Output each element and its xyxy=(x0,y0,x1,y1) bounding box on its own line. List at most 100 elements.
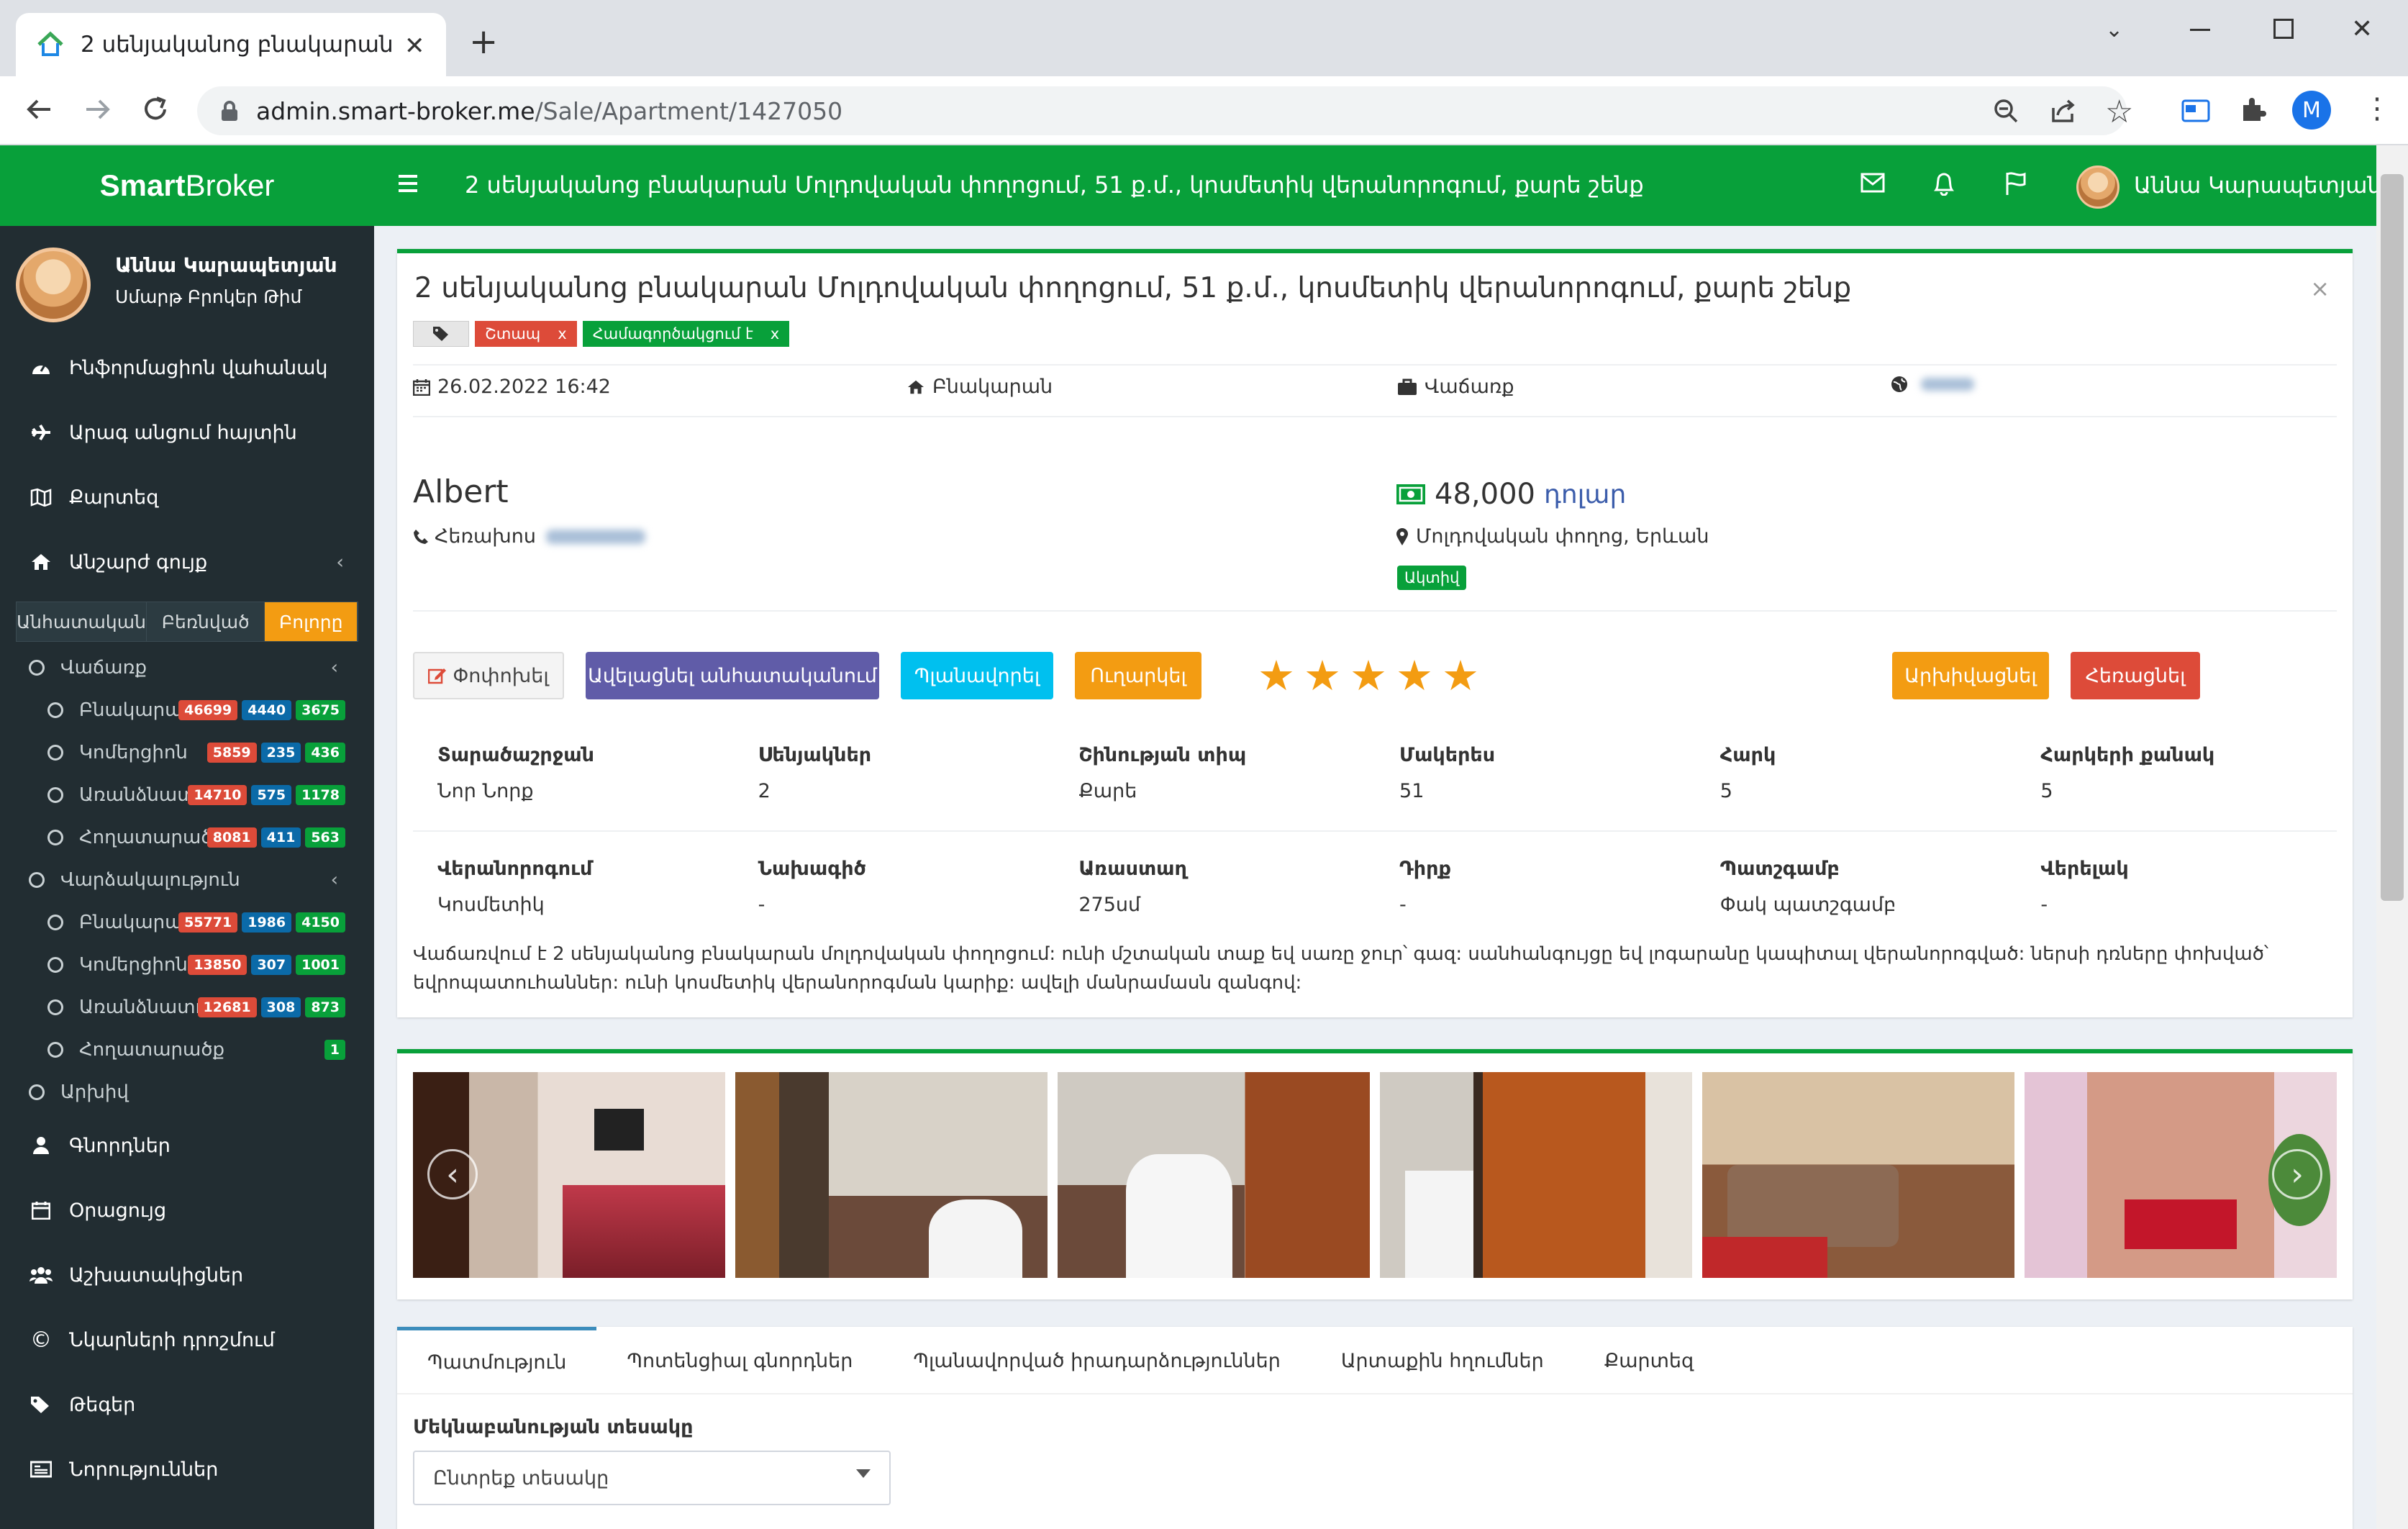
brand-logo[interactable]: Smart Broker xyxy=(0,145,374,226)
profile-avatar[interactable]: M xyxy=(2292,91,2331,130)
tag-remove-icon[interactable]: x xyxy=(771,325,779,342)
extensions-icon[interactable] xyxy=(2239,95,2268,124)
circle-icon xyxy=(29,659,45,676)
tab-search-icon[interactable]: ⌄ xyxy=(2105,17,2123,42)
tab-potential-buyers[interactable]: Պոտենցիալ գնորդներ xyxy=(596,1327,883,1394)
photo-table xyxy=(2124,1199,2237,1249)
bookmark-star-icon[interactable]: ☆ xyxy=(2105,94,2133,130)
sidebar-item-rent-commercial[interactable]: Կոմերցիոն 13850 307 1001 xyxy=(0,943,374,986)
tab-map[interactable]: Քարտեզ xyxy=(1574,1327,1724,1394)
sidebar-item-dashboard[interactable]: Ինֆորմացիոն վահանակ xyxy=(0,335,374,400)
scrollbar-thumb[interactable] xyxy=(2381,174,2404,901)
sidebar-item-label: Գնորդներ xyxy=(69,1134,171,1157)
sidebar-item-sale[interactable]: Վաճառք ‹ xyxy=(0,646,374,689)
sidebar-item-sale-house[interactable]: Առանձնատուն 14710 575 1178 xyxy=(0,773,374,816)
add-to-private-button[interactable]: Ավելացնել անհատականում xyxy=(586,652,879,699)
star-icon[interactable]: ★ xyxy=(1396,655,1433,697)
star-icon[interactable]: ★ xyxy=(1442,655,1479,697)
filter-loaded-button[interactable]: Բեռնված xyxy=(147,602,265,641)
new-tab-button[interactable]: + xyxy=(469,24,498,59)
tab-planned-events[interactable]: Պլանավորված իրադարձություններ xyxy=(883,1327,1310,1394)
minimize-button[interactable] xyxy=(2190,29,2210,31)
count-badge: 8081 xyxy=(206,827,257,848)
chevron-left-icon: ‹ xyxy=(330,656,338,679)
sidebar-item-rent-apartment[interactable]: Բնակարան 55771 1986 4150 xyxy=(0,901,374,943)
star-icon[interactable]: ★ xyxy=(1350,655,1387,697)
redacted-phone xyxy=(545,529,645,544)
tag-urgent[interactable]: Շտապ x xyxy=(475,321,577,347)
browser-tab[interactable]: 2 սենյականոց բնակարան Մոլդովական ✕ xyxy=(16,13,446,76)
sidebar-item-sale-land[interactable]: Հողատարածք 8081 411 563 xyxy=(0,816,374,858)
sidebar-item-sale-commercial[interactable]: Կոմերցիոն 5859 235 436 xyxy=(0,731,374,773)
circle-icon xyxy=(47,914,63,930)
flag-icon[interactable] xyxy=(2004,171,2027,196)
zoom-icon[interactable] xyxy=(1993,98,2019,124)
tag-remove-icon[interactable]: x xyxy=(558,325,566,342)
sidebar-item-watermark[interactable]: © Նկարների դրոշմում xyxy=(0,1307,374,1372)
count-badge: 1986 xyxy=(242,912,292,933)
photo-tv xyxy=(594,1109,645,1151)
gallery-photo[interactable] xyxy=(1702,1072,2014,1278)
comment-type-select[interactable]: Ընտրեք տեսակը xyxy=(413,1451,891,1505)
add-tag-button[interactable] xyxy=(413,321,469,347)
sidebar-item-buyers[interactable]: Գնորդներ xyxy=(0,1113,374,1178)
gallery-next-button[interactable]: › xyxy=(2272,1149,2322,1199)
back-icon[interactable] xyxy=(24,95,53,124)
sidebar-item-label: Վարձակալություն xyxy=(60,868,240,891)
filter-private-button[interactable]: Անհատական xyxy=(17,602,147,641)
sidebar-item-archive[interactable]: Արխիվ xyxy=(0,1071,374,1113)
tab-title: 2 սենյականոց բնակարան Մոլդովական xyxy=(81,32,397,58)
price-value: 48,000 xyxy=(1435,478,1535,511)
sidebar-item-label: Ինֆորմացիոն վահանակ xyxy=(69,356,328,379)
delete-button[interactable]: Հեռացնել xyxy=(2071,652,2200,699)
tag-label: Շտապ xyxy=(485,325,541,342)
sidebar-item-map[interactable]: Քարտեզ xyxy=(0,465,374,530)
tab-close-icon[interactable]: ✕ xyxy=(404,32,425,60)
circle-icon xyxy=(47,956,63,973)
share-icon[interactable] xyxy=(2050,98,2076,124)
star-icon[interactable]: ★ xyxy=(1304,655,1341,697)
envelope-icon[interactable] xyxy=(1860,173,1885,193)
gallery-prev-button[interactable]: ‹ xyxy=(427,1149,478,1199)
sidebar-item-quick-go[interactable]: Արագ անցում հայտին xyxy=(0,400,374,465)
gallery-photo[interactable] xyxy=(735,1072,1048,1278)
header-user-name[interactable]: Աննա Կարապետյան xyxy=(2134,173,2381,199)
sidebar-item-label: Արխիվ xyxy=(60,1081,129,1103)
archive-button[interactable]: Արխիվացնել xyxy=(1892,652,2049,699)
reload-icon[interactable] xyxy=(141,95,170,124)
tag-cooperates[interactable]: Համագործակցում է x xyxy=(582,321,790,347)
sidebar-item-rent[interactable]: Վարձակալություն ‹ xyxy=(0,858,374,901)
sidebar-item-tags[interactable]: Թեգեր xyxy=(0,1372,374,1437)
page-scrollbar[interactable] xyxy=(2376,145,2408,1529)
close-window-button[interactable]: ✕ xyxy=(2351,14,2373,44)
sidebar-item-rent-house[interactable]: Առանձնատուն 12681 308 873 xyxy=(0,986,374,1028)
star-icon[interactable]: ★ xyxy=(1258,655,1295,697)
spec-label: Շինության տիպ xyxy=(1078,744,1247,766)
sidebar-item-real-estate[interactable]: Անշարժ գույք ‹ xyxy=(0,530,374,594)
header-avatar[interactable] xyxy=(2076,165,2120,209)
gallery-photo[interactable] xyxy=(1058,1072,1370,1278)
send-button[interactable]: Ուղարկել xyxy=(1075,652,1201,699)
forward-icon[interactable] xyxy=(83,95,112,124)
media-router-icon[interactable] xyxy=(2181,98,2210,124)
bell-icon[interactable] xyxy=(1932,171,1955,196)
sidebar-item-news[interactable]: Նորություններ xyxy=(0,1437,374,1502)
tab-history[interactable]: Պատմություն xyxy=(397,1327,597,1394)
filter-all-button[interactable]: Բոլորը xyxy=(265,602,358,641)
edit-button[interactable]: Փոփոխել xyxy=(413,652,564,699)
browser-menu-icon[interactable]: ⋮ xyxy=(2363,92,2391,125)
tab-external-links[interactable]: Արտաքին հղումներ xyxy=(1311,1327,1574,1394)
maximize-button[interactable] xyxy=(2273,19,2294,39)
sidebar-item-label: Քարտեզ xyxy=(69,486,159,509)
address-bar[interactable]: admin.smart-broker.me/Sale/Apartment/142… xyxy=(197,86,2133,135)
rating-stars[interactable]: ★ ★ ★ ★ ★ xyxy=(1258,655,1479,697)
gallery-photo[interactable] xyxy=(1380,1072,1692,1278)
sidebar-item-calendar[interactable]: Օրացույց xyxy=(0,1178,374,1243)
hamburger-menu-icon[interactable] xyxy=(397,173,419,194)
close-icon[interactable]: × xyxy=(2310,275,2330,302)
users-icon xyxy=(29,1266,53,1284)
sidebar-item-sale-apartment[interactable]: Բնակարան 46699 4440 3675 xyxy=(0,689,374,731)
sidebar-item-employees[interactable]: Աշխատակիցներ xyxy=(0,1243,374,1307)
sidebar-item-rent-land[interactable]: Հողատարածք 1 xyxy=(0,1028,374,1071)
plan-button[interactable]: Պլանավորել xyxy=(901,652,1053,699)
